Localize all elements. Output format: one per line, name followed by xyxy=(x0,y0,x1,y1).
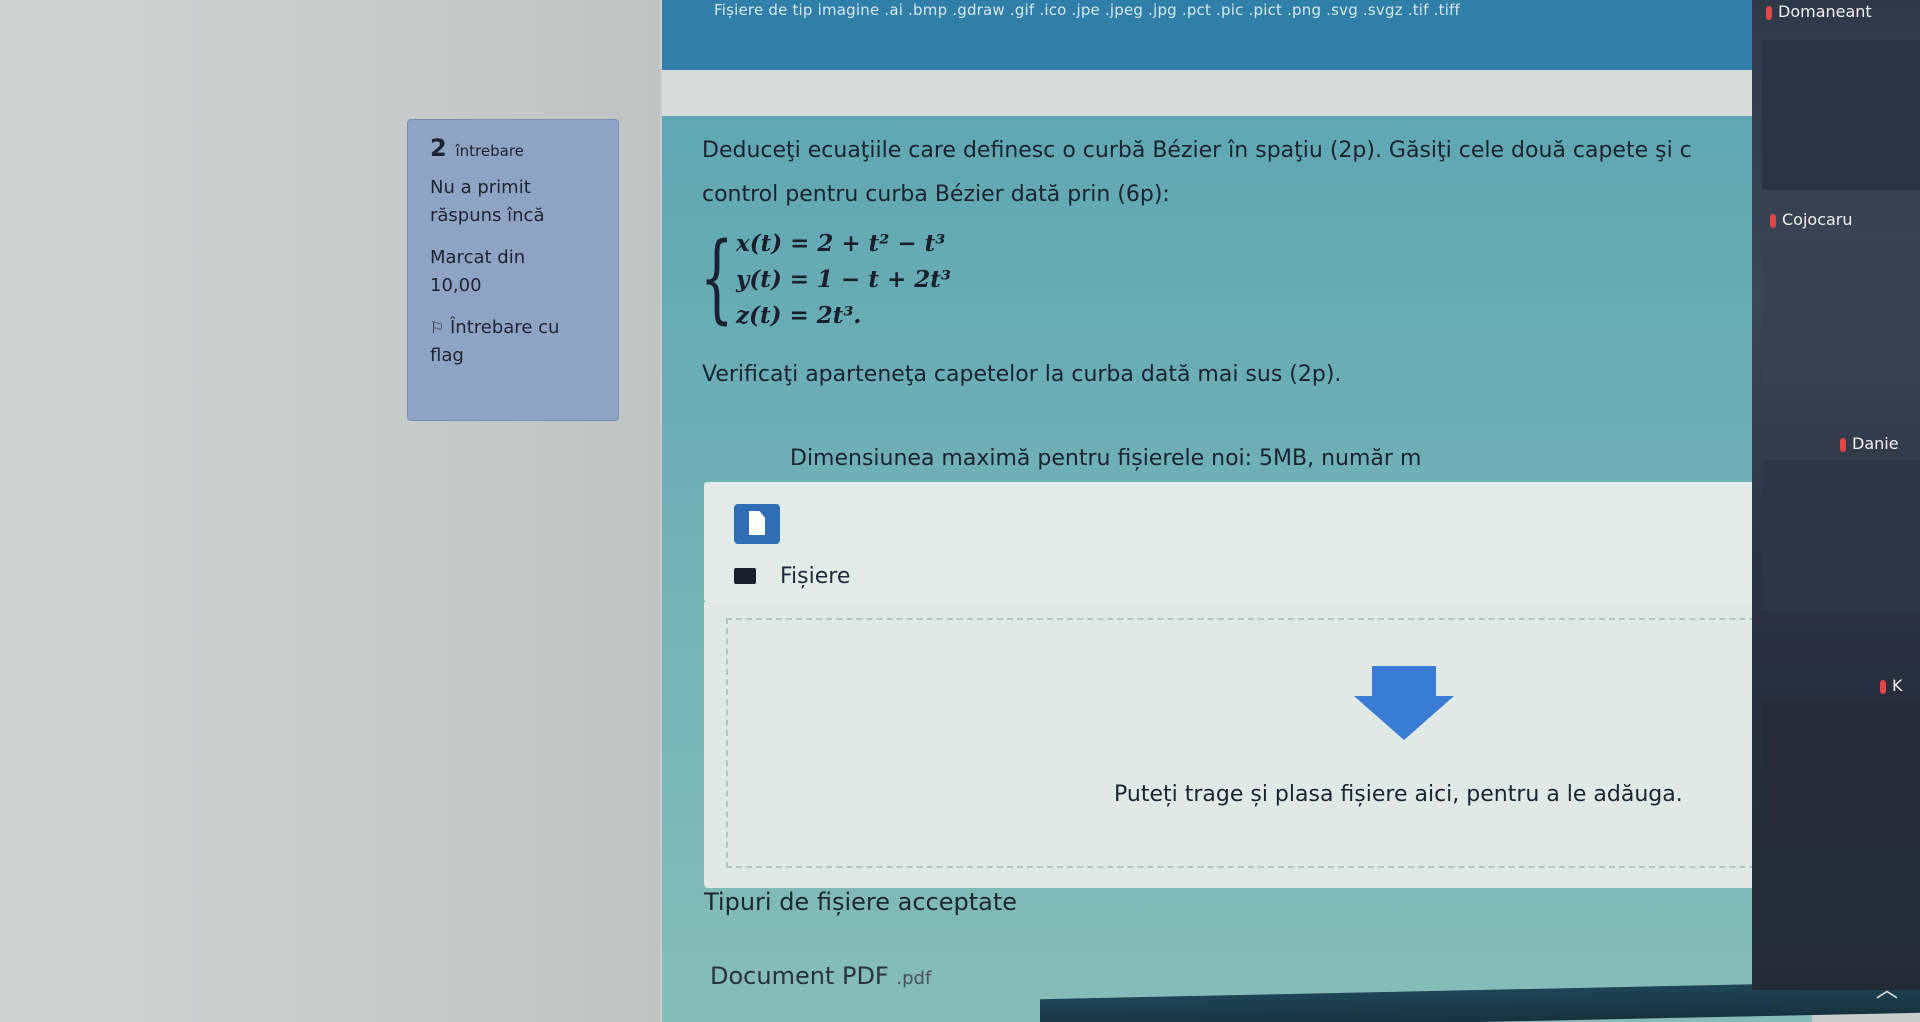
accepted-types-title: Tipuri de fișiere acceptate xyxy=(704,888,1018,916)
file-picker: Fișiere xyxy=(704,482,1844,602)
question-number: 2 xyxy=(430,134,447,162)
question-text-line3: Verificaţi aparteneţa capetelor la curba… xyxy=(702,362,1342,387)
drop-zone-text: Puteți trage și plasa fișiere aici, pent… xyxy=(1114,782,1683,807)
image-types-banner: Fișiere de tip imagine .ai .bmp .gdraw .… xyxy=(662,0,1752,70)
question-info-box: 2 întrebare Nu a primit răspuns încă Mar… xyxy=(408,120,618,420)
question-text-line2: control pentru curba Bézier dată prin (6… xyxy=(702,182,1170,207)
files-label: Fișiere xyxy=(780,564,851,589)
mark-line1: Marcat din xyxy=(430,247,526,268)
flag-icon[interactable]: ⚐ xyxy=(430,314,444,342)
chevron-up-icon[interactable]: ︿ xyxy=(1876,972,1898,1004)
mic-muted-icon xyxy=(1770,213,1776,228)
image-types-text: Fișiere de tip imagine .ai .bmp .gdraw .… xyxy=(714,1,1460,19)
video-tile-2 xyxy=(1762,238,1920,388)
top-strip xyxy=(662,70,1752,116)
equation-y: y(t) = 1 − t + 2t³ xyxy=(736,266,951,293)
participant-label-2: Cojocaru xyxy=(1770,210,1853,229)
equation-system: { x(t) = 2 + t² − t³ y(t) = 1 − t + 2t³ … xyxy=(700,226,1000,346)
participant-label-1: Domaneant xyxy=(1766,2,1872,21)
max-file-size-text: Dimensiunea maximă pentru fișierele noi:… xyxy=(790,446,1422,471)
participant-label-4: K xyxy=(1880,676,1903,695)
accepted-type-ext: .pdf xyxy=(896,968,932,989)
video-tile-1 xyxy=(1762,40,1920,190)
mark-line2: 10,00 xyxy=(430,275,482,296)
drop-zone-border xyxy=(726,618,1920,868)
accepted-type-pdf: Document PDF .pdf xyxy=(710,962,931,990)
mic-muted-icon xyxy=(1766,5,1772,20)
mic-muted-icon xyxy=(1840,437,1846,452)
question-text-line1: Deduceţi ecuaţiile care definesc o curbă… xyxy=(702,138,1692,163)
participant-label-3: Danie xyxy=(1840,434,1899,453)
download-arrow-icon xyxy=(1354,666,1454,740)
equation-x: x(t) = 2 + t² − t³ xyxy=(736,230,946,257)
folder-icon xyxy=(734,568,756,584)
status-line2: răspuns încă xyxy=(430,205,545,226)
flag-line2[interactable]: flag xyxy=(430,342,604,370)
video-call-sidebar xyxy=(1752,0,1920,990)
status-line1: Nu a primit xyxy=(430,177,531,198)
flag-question-link[interactable]: ⚐ Întrebare cu xyxy=(430,314,604,342)
file-icon[interactable] xyxy=(734,504,780,544)
flag-line1[interactable]: Întrebare cu xyxy=(450,317,559,338)
document-shape xyxy=(749,511,765,535)
file-drop-zone[interactable]: Puteți trage și plasa fișiere aici, pent… xyxy=(704,602,1920,888)
question-label: întrebare xyxy=(455,142,524,160)
video-tile-3 xyxy=(1762,460,1920,610)
left-brace: { xyxy=(700,222,734,334)
accepted-type-name: Document PDF xyxy=(710,962,889,990)
mic-muted-icon xyxy=(1880,679,1886,694)
video-tile-4 xyxy=(1762,700,1920,850)
question-number-line: 2 întrebare xyxy=(430,134,604,162)
equation-z: z(t) = 2t³. xyxy=(736,302,862,329)
